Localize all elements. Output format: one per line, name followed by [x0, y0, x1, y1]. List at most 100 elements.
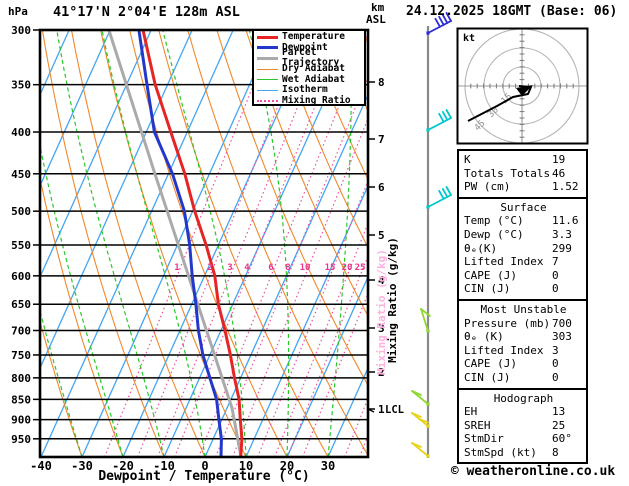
stat-label: Lifted Index [464, 255, 544, 269]
stat-label: CIN (J) [464, 370, 511, 384]
barb-station-dot [426, 454, 430, 458]
pressure-tick-label: 300 [11, 24, 31, 37]
mixing-ratio-value-label: 1 [174, 263, 179, 273]
mixing-ratio-value-label: 20 [342, 263, 353, 273]
stat-value: 11.6 [552, 214, 579, 228]
wind-barb [426, 109, 452, 132]
pressure-tick-label: 550 [11, 239, 31, 252]
lcl-label: LCL [385, 404, 404, 416]
legend-swatch-solid [257, 35, 278, 39]
pressure-tick-label: 750 [11, 349, 31, 362]
legend-row: Mixing Ratio [256, 94, 364, 107]
pressure-tick-label: 700 [11, 325, 31, 338]
wind-barb-column [411, 12, 452, 458]
stat-value: 3 [552, 343, 559, 357]
wind-barb [426, 186, 452, 209]
legend-label: Temperature [282, 31, 345, 43]
km-tick-label: 1 [378, 403, 385, 416]
stat-row: Pressure (mb) 700 [459, 317, 586, 331]
parcel-trajectory-curve [107, 30, 243, 457]
hodograph: 153045 [456, 27, 589, 145]
stat-value: 0 [552, 282, 559, 296]
stat-value: 19 [552, 153, 566, 166]
barb-tick [445, 186, 452, 196]
legend-label: Dry Adiabat [282, 63, 345, 75]
stat-label: CAPE (J) [464, 357, 517, 371]
copyright: © weatheronline.co.uk [450, 464, 616, 479]
barb-tick [441, 111, 449, 121]
stat-row: StmSpd (kt) 8 [459, 446, 586, 460]
stat-row: CAPE (J) 0 [459, 269, 586, 283]
stat-value: 299 [552, 241, 572, 255]
legend: Temperature Dewpoint Parcel Trajectory Dry … [252, 29, 366, 106]
stat-value: 60° [552, 432, 572, 446]
mixing-ratio-value-label: 6 [268, 263, 273, 273]
stat-value: 13 [552, 405, 566, 419]
legend-row: Isotherm [256, 85, 364, 96]
stat-value: 46 [552, 166, 566, 180]
stats-group-title: Surface [500, 200, 547, 214]
pressure-axis-unit: hPa [8, 5, 28, 18]
barb-tick [438, 112, 445, 123]
stat-row: Dewp (°C) 3.3 [459, 228, 586, 242]
legend-swatch-solid [257, 79, 278, 81]
stat-value: 1.52 [552, 180, 579, 194]
stat-value: 700 [552, 316, 572, 330]
stats-group: Surface Temp (°C) 11.6 Dewp (°C) 3.3 θₑ(K) 299… [457, 196, 588, 301]
stat-label: Dewp (°C) [464, 227, 524, 241]
legend-row: Temperature [256, 32, 364, 43]
stat-label: CIN (J) [464, 282, 511, 296]
stat-value: 0 [552, 357, 559, 371]
sounding-page: 1 2 3 4 6 8 10 15 20 25 300 350 400 450 500 550 600 650 7… [0, 0, 629, 486]
hodograph-unit-label: kt [463, 33, 475, 44]
barb-tick [445, 109, 452, 119]
legend-label: Mixing Ratio [282, 94, 351, 106]
stat-row: θₑ(K) 299 [459, 242, 586, 256]
mixing-ratio-axis-label-ghost: Mixing Ratio (g/kg) [375, 249, 388, 375]
station-title: 41°17'N 2°04'E 128m ASL [53, 4, 240, 20]
barb-station-dot [426, 329, 430, 333]
stat-label: CAPE (J) [464, 268, 517, 282]
stat-label: StmDir [464, 432, 504, 446]
temp-tick-label: 30 [321, 459, 335, 473]
barb-station-dot [426, 31, 430, 35]
mixing-ratio-value-label: 4 [244, 263, 250, 273]
stat-row: θₑ (K) 303 [459, 330, 586, 344]
legend-swatch-solid [257, 46, 278, 50]
stat-label: Lifted Index [464, 343, 544, 357]
temp-tick-label: -30 [71, 459, 93, 473]
stats-group-title: Most Unstable [480, 302, 567, 316]
x-axis-label: Dewpoint / Temperature (°C) [98, 469, 309, 484]
pressure-tick-label: 500 [11, 205, 31, 218]
pressure-tick-label: 450 [11, 168, 31, 181]
pressure-tick-label: 650 [11, 298, 31, 311]
mixing-ratio-value-label: 10 [300, 263, 311, 273]
stat-label: StmSpd (kt) [464, 445, 537, 459]
barb-tick [441, 188, 449, 198]
stat-row: Temp (°C) 11.6 [459, 214, 586, 228]
barb-station-dot [426, 402, 430, 406]
stat-label: SREH [464, 418, 491, 432]
barb-tick [438, 189, 445, 200]
pressure-tick-label: 850 [11, 393, 31, 406]
km-tick-label: 8 [378, 76, 385, 89]
stat-label: Totals Totals [464, 166, 551, 180]
stats-group: Most Unstable Pressure (mb) 700 θₑ (K) 303 Li… [457, 298, 588, 390]
stat-row: CAPE (J) 0 [459, 357, 586, 371]
mixing-ratio-value-label: 25 [355, 263, 366, 273]
stat-value: 303 [552, 330, 572, 344]
temp-tick-label: -40 [30, 459, 52, 473]
sounding-curves [107, 30, 244, 457]
barb-station-dot [426, 128, 430, 132]
stats-group: Hodograph EH 13 SREH 25 StmDir 60° StmSpd (kt) 8 [457, 387, 588, 465]
km-tick-label: 5 [378, 229, 385, 242]
stats-group-title: Hodograph [493, 391, 554, 405]
stat-value: 25 [552, 418, 566, 432]
stat-value: 8 [552, 445, 559, 459]
wet-adiabat-line [40, 143, 124, 457]
run-datetime: 24.12.2025 18GMT (Base: 06) [406, 4, 618, 19]
stat-row: Lifted Index 7 [459, 255, 586, 269]
stat-row: SREH 25 [459, 419, 586, 433]
stats-group: K 19 Totals Totals 46 PW (cm) 1.52 [457, 149, 588, 199]
stat-row: CIN (J) 0 [459, 282, 586, 296]
